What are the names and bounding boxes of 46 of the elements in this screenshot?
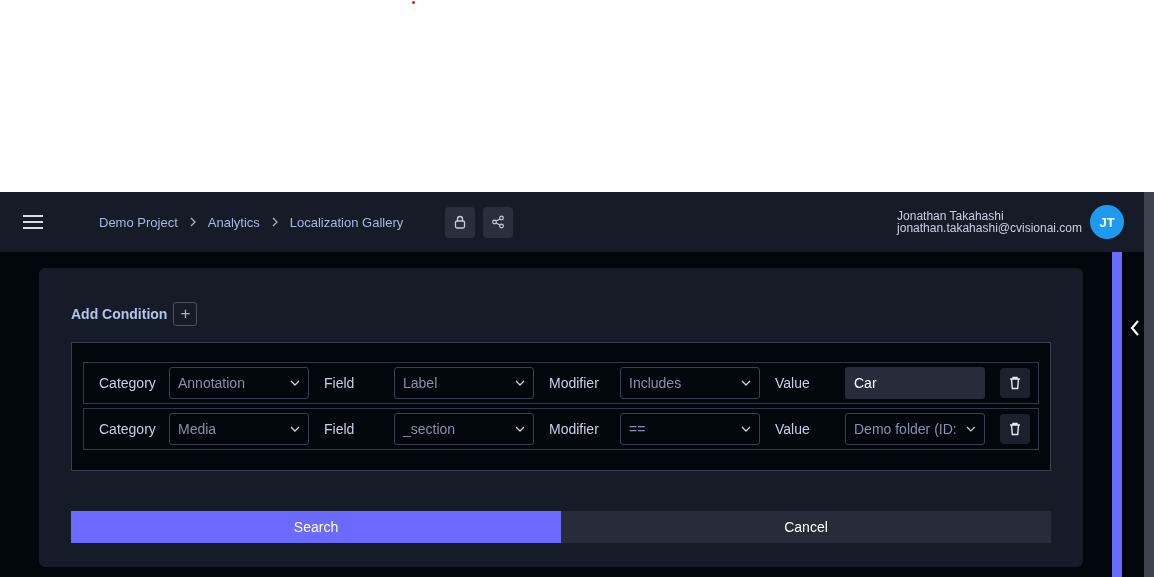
menu-icon[interactable] <box>23 214 43 230</box>
chevron-right-icon <box>271 217 278 227</box>
trash-icon <box>1009 422 1021 436</box>
chevron-down-icon <box>515 426 525 432</box>
share-icon <box>491 215 506 229</box>
field-label: Category <box>99 421 157 437</box>
value-dropdown[interactable]: Demo folder (ID: <box>845 413 985 445</box>
lock-icon <box>453 215 468 229</box>
modifier-dropdown[interactable]: == <box>620 413 760 445</box>
chevron-down-icon <box>515 380 525 386</box>
field-label: Field <box>324 421 356 437</box>
scrollbar[interactable] <box>1144 192 1154 577</box>
field-label: Modifier <box>549 375 600 391</box>
field-label: Modifier <box>549 421 600 437</box>
user-email: jonathan.takahashi@cvisionai.com <box>897 222 1082 234</box>
field-label: Field <box>324 375 356 391</box>
category-dropdown[interactable]: Annotation <box>169 367 309 399</box>
delete-button[interactable] <box>1000 368 1030 398</box>
chevron-right-icon <box>189 217 196 227</box>
modifier-dropdown[interactable]: Includes <box>620 367 760 399</box>
breadcrumb-link[interactable]: Analytics <box>207 214 260 230</box>
lock-button[interactable] <box>445 206 476 238</box>
chevron-down-icon <box>290 426 300 432</box>
share-button[interactable] <box>483 206 514 238</box>
add-condition-label: Add Condition <box>71 306 168 322</box>
chevron-left-icon[interactable] <box>1129 319 1140 337</box>
field-label: Value <box>775 421 811 437</box>
field-dropdown[interactable]: Label <box>394 367 534 399</box>
delete-button[interactable] <box>1000 414 1030 444</box>
chevron-down-icon <box>741 426 751 432</box>
field-label: Value <box>775 375 811 391</box>
field-label: Category <box>99 375 157 391</box>
cancel-button[interactable]: Cancel <box>561 511 1051 543</box>
search-button[interactable]: Search <box>71 511 561 543</box>
chevron-down-icon <box>741 380 751 386</box>
breadcrumb-link[interactable]: Localization Gallery <box>289 214 404 230</box>
breadcrumb-link[interactable]: Demo Project <box>99 214 178 230</box>
user-name: Jonathan Takahashi <box>897 210 1005 222</box>
field-dropdown[interactable]: _section <box>394 413 534 445</box>
add-condition-button[interactable]: + <box>173 302 198 326</box>
value-input[interactable]: Car <box>845 367 985 399</box>
trash-icon <box>1009 376 1021 390</box>
marker-dot <box>412 1 415 4</box>
chevron-down-icon <box>290 380 300 386</box>
chevron-down-icon <box>966 426 976 432</box>
category-dropdown[interactable]: Media <box>169 413 309 445</box>
